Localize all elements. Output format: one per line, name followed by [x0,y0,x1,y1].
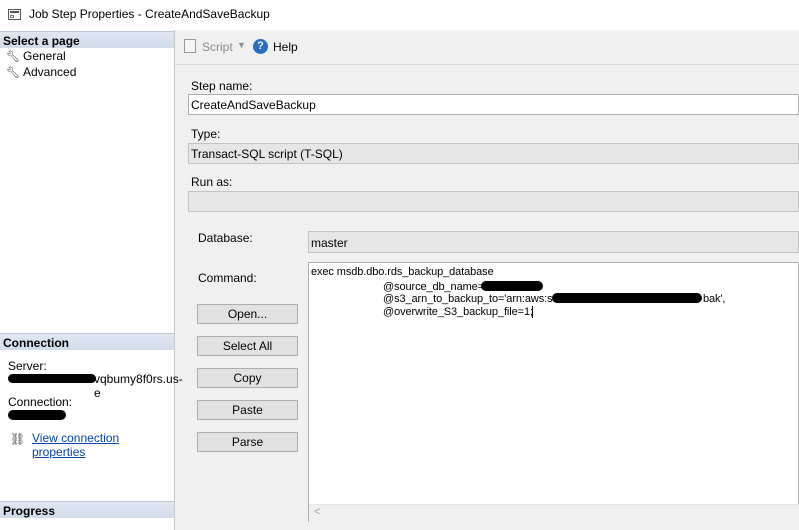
select-all-button[interactable]: Select All [197,336,298,356]
command-line: exec msdb.dbo.rds_backup_database [311,266,494,278]
command-line: @s3_arn_to_backup_to='arn:aws:s3::: [383,293,568,305]
nav-item-advanced[interactable]: 🔧︎ Advanced [6,65,76,79]
connection-header: Connection [0,333,174,350]
command-line: @overwrite_S3_backup_file=1; [383,306,533,318]
parse-button[interactable]: Parse [197,432,298,452]
script-icon [184,39,196,53]
window-title: Job Step Properties - CreateAndSaveBacku… [29,7,270,21]
text-cursor [532,306,533,318]
progress-header: Progress [0,501,174,518]
command-line: bak', [703,293,726,305]
database-label: Database: [198,231,253,245]
horizontal-scrollbar[interactable] [309,504,799,522]
nav-item-label: Advanced [23,65,77,79]
type-select[interactable]: Transact-SQL script (T-SQL) [188,143,799,164]
chevron-down-icon[interactable]: ▼ [237,40,246,50]
connection-properties-icon: ⛓︎ [10,432,26,446]
view-connection-properties-link[interactable]: View connection properties [32,431,174,459]
redacted-db-name [481,281,543,291]
run-as-select[interactable] [188,191,799,212]
server-label: Server: [8,359,47,373]
paste-button[interactable]: Paste [197,400,298,420]
toolbar-divider [175,64,799,65]
scroll-left-icon[interactable]: < [314,506,320,518]
command-line: @source_db_name= [383,281,484,293]
database-select[interactable]: master [308,231,799,253]
copy-button[interactable]: Copy [197,368,298,388]
connection-label: Connection: [8,395,73,409]
window-icon [8,9,21,20]
script-button[interactable]: Script [202,40,233,54]
redacted-arn [552,293,702,303]
open-button[interactable]: Open... [197,304,298,324]
help-icon[interactable]: ? [253,39,268,54]
left-pane: Select a page 🔧︎ General 🔧︎ Advanced Conne… [0,30,183,530]
step-name-input[interactable]: CreateAndSaveBackup [188,94,799,115]
help-button[interactable]: Help [273,40,298,54]
toolbar [175,30,799,64]
command-label: Command: [198,271,257,285]
type-label: Type: [191,127,221,141]
server-value: vqbumy8f0rs.us-e [94,372,183,400]
run-as-label: Run as: [191,175,233,189]
redacted-connection [8,410,66,420]
select-page-header: Select a page [0,31,174,48]
redacted-server [8,374,96,383]
nav-item-general[interactable]: 🔧︎ General [6,49,66,63]
wrench-icon: 🔧︎ [6,67,20,79]
wrench-icon: 🔧︎ [6,51,20,63]
nav-item-label: General [23,49,66,63]
step-name-label: Step name: [191,79,253,93]
